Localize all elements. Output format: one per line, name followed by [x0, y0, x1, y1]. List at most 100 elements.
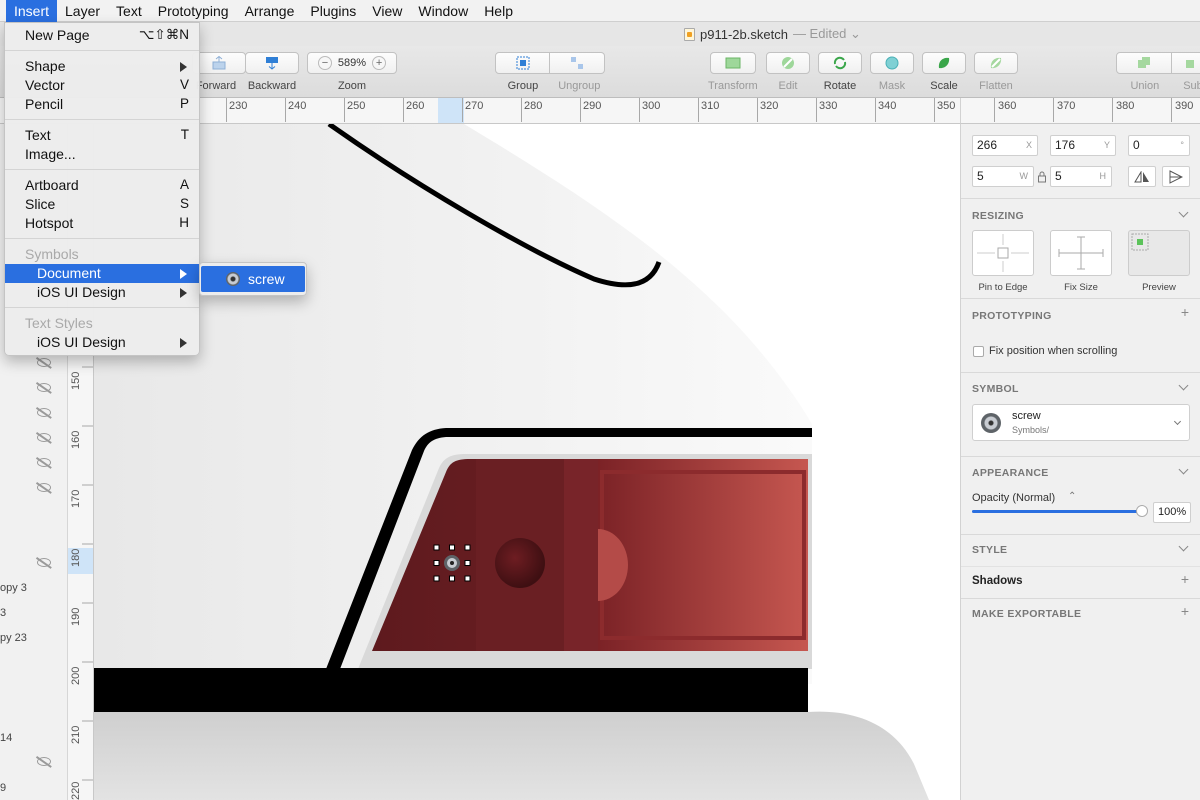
subtract-button[interactable] [1172, 52, 1200, 74]
menu-item-document[interactable]: Document [5, 264, 199, 283]
ruler-tick: 380 [1116, 100, 1135, 112]
zoom-in-button[interactable]: + [372, 56, 387, 70]
ungroup-button[interactable] [550, 52, 605, 74]
hidden-eye-icon[interactable] [37, 757, 51, 766]
bumper-trim[interactable] [94, 668, 808, 712]
hidden-eye-icon[interactable] [37, 408, 51, 417]
hidden-eye-icon[interactable] [37, 358, 51, 367]
mask-tool[interactable]: Mask [870, 52, 914, 92]
opacity-slider-track[interactable] [972, 505, 1148, 517]
opacity-slider-knob[interactable] [1136, 505, 1148, 517]
chevron-down-icon[interactable] [1178, 380, 1189, 391]
selected-screw[interactable] [433, 544, 471, 582]
layer-item-label[interactable]: opy 3 [0, 582, 27, 594]
forward-button[interactable] [192, 52, 246, 74]
ruler-tick: 160 [70, 430, 82, 449]
menu-item-artboard[interactable]: Artboard A [5, 176, 199, 195]
flatten-button[interactable] [974, 52, 1018, 74]
chevron-down-icon[interactable] [1178, 207, 1189, 218]
x-position-field[interactable]: 266 X [972, 135, 1038, 156]
menu-layer[interactable]: Layer [57, 0, 108, 22]
opacity-label[interactable]: Opacity (Normal) [972, 492, 1055, 504]
blend-mode-stepper-icon[interactable]: ⌃ [1068, 491, 1076, 502]
zoom-out-button[interactable]: − [317, 56, 332, 70]
hidden-eye-icon[interactable] [37, 458, 51, 467]
menu-item-shape[interactable]: Shape [5, 57, 199, 76]
lock-icon[interactable] [1037, 170, 1047, 183]
flip-horizontal-button[interactable] [1128, 166, 1156, 187]
group-tool[interactable]: Group Ungroup [495, 52, 605, 92]
layer-item-label[interactable]: py 23 [0, 632, 27, 644]
hidden-eye-icon[interactable] [37, 483, 51, 492]
menu-item-text[interactable]: Text T [5, 126, 199, 145]
menu-item-ios-ui-design-text-styles[interactable]: iOS UI Design [5, 333, 199, 352]
hidden-eye-icon[interactable] [37, 433, 51, 442]
transform-button[interactable] [709, 52, 756, 74]
menu-help[interactable]: Help [476, 0, 521, 22]
scale-button[interactable] [922, 52, 966, 74]
backward-tool[interactable]: Backward [245, 52, 299, 92]
width-field[interactable]: 5W [972, 166, 1034, 187]
taillight-segment[interactable] [564, 459, 598, 651]
group-button[interactable] [495, 52, 550, 74]
menu-text[interactable]: Text [108, 0, 150, 22]
rotate-button[interactable] [818, 52, 862, 74]
chevron-down-icon[interactable] [1178, 464, 1189, 475]
edited-indicator: — Edited ⌄ [792, 26, 861, 41]
menu-insert[interactable]: Insert [6, 0, 58, 22]
menu-plugins[interactable]: Plugins [302, 0, 364, 22]
menu-item-pencil[interactable]: Pencil P [5, 95, 199, 114]
layer-item-label[interactable]: 9 [0, 782, 6, 794]
car-illustration[interactable] [94, 124, 960, 800]
edit-button[interactable] [766, 52, 810, 74]
menu-item-new-page[interactable]: New Page ⌥⇧⌘N [5, 26, 199, 45]
menu-item-image[interactable]: Image... [5, 145, 199, 164]
menu-window[interactable]: Window [410, 0, 476, 22]
add-export-icon[interactable]: + [1181, 603, 1189, 619]
add-shadow-icon[interactable]: + [1181, 571, 1189, 587]
taillight-bolt[interactable] [495, 538, 545, 588]
taillight-red-segment[interactable] [598, 459, 808, 651]
hidden-eye-icon[interactable] [37, 558, 51, 567]
height-field[interactable]: 5H [1050, 166, 1112, 187]
union-button[interactable] [1116, 52, 1172, 74]
menu-view[interactable]: View [364, 0, 410, 22]
menu-item-vector[interactable]: Vector V [5, 76, 199, 95]
forward-tool[interactable]: Forward [192, 52, 246, 92]
rotate-tool[interactable]: Rotate [818, 52, 862, 92]
menu-prototyping[interactable]: Prototyping [150, 0, 237, 22]
edit-tool[interactable]: Edit [766, 52, 810, 92]
backward-button[interactable] [245, 52, 299, 74]
menu-arrange[interactable]: Arrange [237, 0, 303, 22]
union-tool[interactable]: Union Subtr [1116, 52, 1200, 92]
export-title: MAKE EXPORTABLE [972, 608, 1082, 620]
submenu-item-screw[interactable]: screw [201, 266, 305, 292]
menu-item-slice[interactable]: Slice S [5, 195, 199, 214]
window-title[interactable]: p911-2b.sketch — Edited ⌄ [684, 26, 861, 42]
mask-icon [885, 56, 899, 70]
opacity-field[interactable]: 100% [1153, 502, 1191, 523]
layer-item-label[interactable]: 14 [0, 732, 12, 744]
scale-tool[interactable]: Scale [922, 52, 966, 92]
symbol-picker[interactable]: screw Symbols/ [972, 404, 1190, 441]
zoom-tool: − 589% + Zoom [307, 52, 397, 92]
layer-item-label[interactable]: 3 [0, 607, 6, 619]
add-prototyping-icon[interactable]: + [1181, 304, 1189, 320]
submenu-arrow-icon [180, 269, 187, 279]
mask-button[interactable] [870, 52, 914, 74]
flip-vertical-button[interactable] [1162, 166, 1190, 187]
hidden-eye-icon[interactable] [37, 383, 51, 392]
menu-item-hotspot[interactable]: Hotspot H [5, 214, 199, 233]
canvas[interactable] [94, 124, 960, 800]
menu-item-ios-ui-design[interactable]: iOS UI Design [5, 283, 199, 302]
flatten-tool[interactable]: Flatten [974, 52, 1018, 92]
chevron-down-icon[interactable] [1178, 541, 1189, 552]
fix-size-option[interactable] [1050, 230, 1112, 276]
transform-tool[interactable]: Transform [708, 52, 758, 92]
bumper-shape[interactable] [94, 711, 929, 800]
fix-position-checkbox[interactable] [973, 346, 984, 357]
rotation-field[interactable]: 0 ° [1128, 135, 1190, 156]
zoom-control[interactable]: − 589% + [307, 52, 397, 74]
y-position-field[interactable]: 176 Y [1050, 135, 1116, 156]
pin-to-edge-option[interactable] [972, 230, 1034, 276]
